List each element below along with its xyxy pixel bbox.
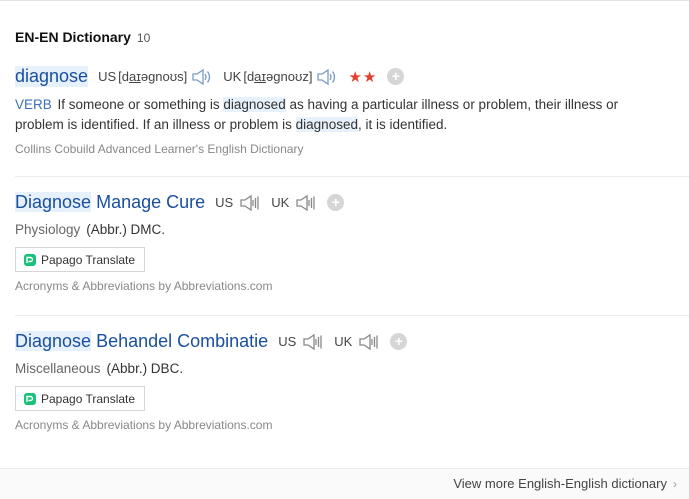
source-link[interactable]: Acronyms & Abbreviations by Abbreviation… xyxy=(15,279,689,293)
uk-label: UK xyxy=(271,195,290,210)
section-header: EN-EN Dictionary 10 xyxy=(15,29,150,45)
headword-link[interactable]: Diagnose Manage Cure xyxy=(15,192,205,213)
us-pronunciation: US [daɪəgnoʊs] xyxy=(98,68,213,86)
top-border xyxy=(0,0,689,1)
footer-bar: View more English-English dictionary › xyxy=(0,468,689,499)
us-label: US xyxy=(98,69,117,84)
divider xyxy=(15,176,689,177)
speaker-icon[interactable] xyxy=(316,68,338,86)
section-title: EN-EN Dictionary xyxy=(15,29,131,45)
abbreviation: (Abbr.) DBC. xyxy=(106,361,184,376)
uk-label: UK xyxy=(223,69,242,84)
divider xyxy=(15,315,689,316)
dictionary-entry: Diagnose Manage Cure US UK + Physiology … xyxy=(15,192,689,293)
result-count: 10 xyxy=(136,31,151,45)
us-pronunciation: US xyxy=(278,333,324,351)
add-wordbook-button[interactable]: + xyxy=(390,333,408,350)
headword-link[interactable]: Diagnose Behandel Combinatie xyxy=(15,331,268,352)
add-wordbook-button[interactable]: + xyxy=(387,68,405,85)
papago-label: Papago Translate xyxy=(41,252,136,267)
dictionary-entry: diagnose US [daɪəgnoʊs] UK [daɪəgnoʊz] ★… xyxy=(15,66,689,156)
category-row: Miscellaneous (Abbr.) DBC. xyxy=(15,361,689,376)
speaker-icon[interactable] xyxy=(302,333,324,351)
speaker-icon[interactable] xyxy=(239,194,261,212)
papago-icon xyxy=(24,392,36,405)
papago-label: Papago Translate xyxy=(41,391,136,406)
papago-icon xyxy=(24,253,36,266)
frequency-stars: ★★ xyxy=(348,68,378,86)
us-pronunciation: US xyxy=(215,194,261,212)
headword-link[interactable]: diagnose xyxy=(15,66,89,87)
us-label: US xyxy=(215,195,234,210)
papago-translate-button[interactable]: Papago Translate xyxy=(15,386,146,411)
speaker-icon[interactable] xyxy=(358,333,380,351)
add-wordbook-button[interactable]: + xyxy=(327,194,345,211)
dictionary-entry: Diagnose Behandel Combinatie US UK + Mis… xyxy=(15,331,689,432)
us-ipa: [daɪəgnoʊs] xyxy=(118,69,188,84)
part-of-speech: VERB xyxy=(15,97,52,112)
view-more-label: View more English-English dictionary xyxy=(453,476,667,491)
uk-pronunciation: UK xyxy=(334,333,380,351)
category-row: Physiology (Abbr.) DMC. xyxy=(15,222,689,237)
source-link[interactable]: Acronyms & Abbreviations by Abbreviation… xyxy=(15,418,689,432)
uk-pronunciation: UK [daɪəgnoʊz] xyxy=(223,68,338,86)
uk-pronunciation: UK xyxy=(271,194,317,212)
uk-ipa: [daɪəgnoʊz] xyxy=(243,69,313,84)
view-more-link[interactable]: View more English-English dictionary › xyxy=(453,476,677,491)
definition: VERB If someone or something is diagnose… xyxy=(15,97,619,132)
highlighted-word: diagnosed xyxy=(223,97,286,112)
us-label: US xyxy=(278,334,297,349)
uk-label: UK xyxy=(334,334,353,349)
speaker-icon[interactable] xyxy=(295,194,317,212)
highlighted-word: diagnosed xyxy=(295,117,358,132)
category: Physiology xyxy=(15,222,81,237)
entry-head: Diagnose Behandel Combinatie US UK + xyxy=(15,331,689,352)
source-link[interactable]: Collins Cobuild Advanced Learner's Engli… xyxy=(15,142,689,156)
entry-head: diagnose US [daɪəgnoʊs] UK [daɪəgnoʊz] ★… xyxy=(15,66,689,87)
abbreviation: (Abbr.) DMC. xyxy=(86,222,166,237)
papago-translate-button[interactable]: Papago Translate xyxy=(15,247,146,272)
category: Miscellaneous xyxy=(15,361,101,376)
chevron-right-icon: › xyxy=(673,476,677,491)
speaker-icon[interactable] xyxy=(191,68,213,86)
entry-head: Diagnose Manage Cure US UK + xyxy=(15,192,689,213)
